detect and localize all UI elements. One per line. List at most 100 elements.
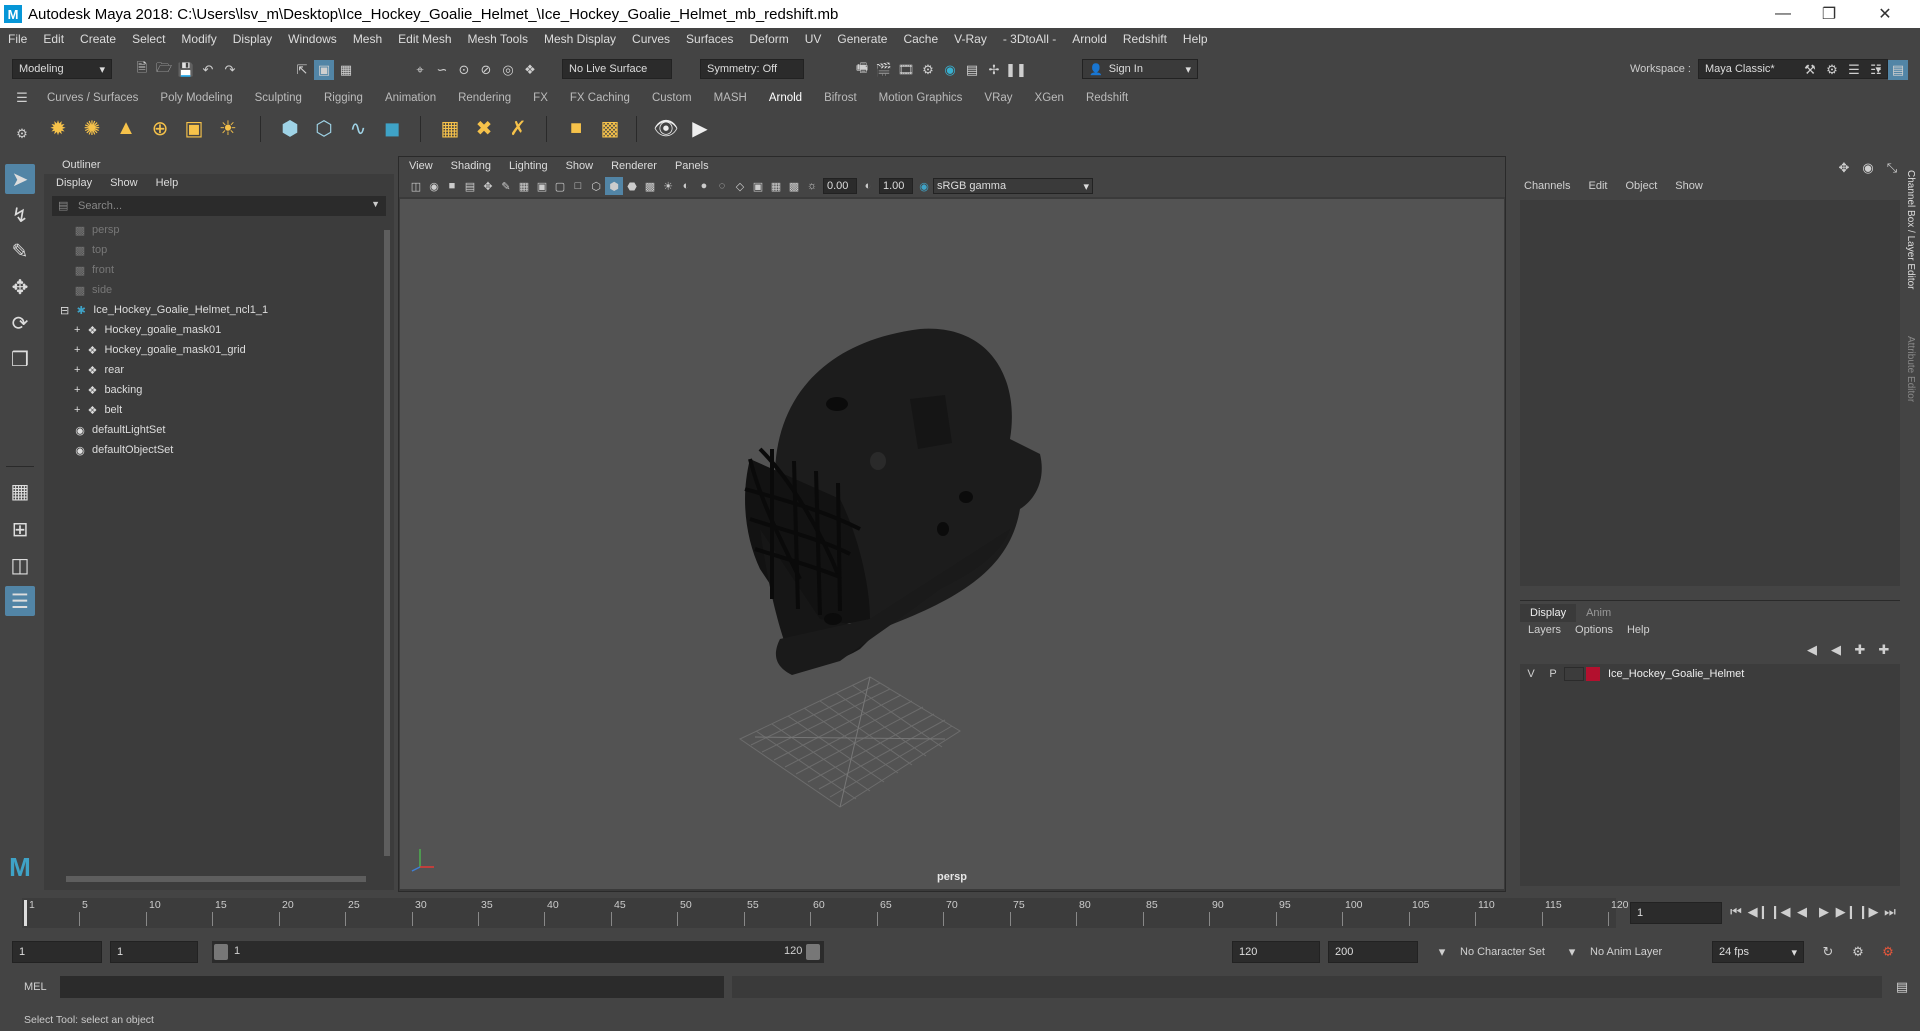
render-frame-icon[interactable]: 🎬 bbox=[874, 60, 894, 80]
play-forwards-icon[interactable]: ▶ bbox=[1814, 902, 1834, 922]
channel-menu-edit[interactable]: Edit bbox=[1588, 180, 1607, 192]
select-by-component-icon[interactable]: ▦ bbox=[336, 60, 356, 80]
channel-box-toggle-icon[interactable]: ▤ bbox=[1888, 60, 1908, 80]
scrollbar-thumb[interactable] bbox=[384, 230, 390, 856]
shelf-tab-fx-caching[interactable]: FX Caching bbox=[559, 92, 641, 104]
menu-arnold[interactable]: Arnold bbox=[1064, 32, 1115, 46]
outliner-item[interactable]: + ❖ belt bbox=[44, 400, 394, 420]
playback-end-field[interactable]: 120 bbox=[1232, 941, 1320, 963]
resolution-gate-icon[interactable]: ▢ bbox=[551, 177, 569, 195]
channel-box-side-tab[interactable]: Channel Box / Layer Editor bbox=[1905, 170, 1916, 290]
viewport-menu-panels[interactable]: Panels bbox=[675, 160, 709, 172]
character-controls-icon[interactable]: ⚙ bbox=[1822, 60, 1842, 80]
expand-icon[interactable]: + bbox=[74, 404, 80, 416]
skydome-light-icon[interactable]: ⊕ bbox=[146, 114, 174, 142]
step-forward-key-icon[interactable]: ❙▶ bbox=[1858, 902, 1879, 922]
snap-to-grid-icon[interactable]: ⌖ bbox=[410, 60, 430, 80]
viewport-menu-shading[interactable]: Shading bbox=[451, 160, 491, 172]
viewport-menu-view[interactable]: View bbox=[409, 160, 433, 172]
outliner-item[interactable]: + ❖ Hockey_goalie_mask01_grid bbox=[44, 340, 394, 360]
step-back-frame-icon[interactable]: ❙◀ bbox=[1770, 902, 1791, 922]
attribute-editor-toggle-icon[interactable]: ☰ bbox=[1844, 60, 1864, 80]
licensing-icon[interactable]: ✗ bbox=[504, 114, 532, 142]
maya-m-logo-icon[interactable]: M bbox=[5, 852, 35, 882]
outliner-scrollbar[interactable] bbox=[382, 220, 392, 870]
menu-cache[interactable]: Cache bbox=[895, 32, 946, 46]
layer-color-swatch[interactable] bbox=[1586, 667, 1600, 681]
volume-icon[interactable]: ∿ bbox=[344, 114, 372, 142]
snap-to-curve-icon[interactable]: ∽ bbox=[432, 60, 452, 80]
channel-menu-object[interactable]: Object bbox=[1625, 180, 1657, 192]
textured-icon[interactable]: ▩ bbox=[641, 177, 659, 195]
outliner-item[interactable]: + ❖ backing bbox=[44, 380, 394, 400]
menu-generate[interactable]: Generate bbox=[829, 32, 895, 46]
export-standin-icon[interactable]: ⬡ bbox=[310, 114, 338, 142]
motion-blur-icon[interactable]: ◌ bbox=[713, 177, 731, 195]
menu-display[interactable]: Display bbox=[225, 32, 280, 46]
chevron-down-icon[interactable]: ▼ bbox=[371, 199, 380, 209]
shelf-menu-icon[interactable]: ☰ bbox=[12, 88, 32, 108]
create-layer-from-selected-icon[interactable]: ✚ bbox=[1874, 640, 1894, 660]
shelf-tab-poly-modeling[interactable]: Poly Modeling bbox=[149, 92, 243, 104]
outliner-item[interactable]: ▩ top bbox=[44, 240, 394, 260]
channel-menu-channels[interactable]: Channels bbox=[1524, 180, 1570, 192]
time-slider[interactable]: 1 5 10 15 20 25 30 35 40 45 50 55 60 65 70 75 80 85 90 95 10… bbox=[0, 896, 1920, 930]
outliner-menu-display[interactable]: Display bbox=[56, 177, 92, 189]
curve-collector-icon[interactable]: ◼ bbox=[378, 114, 406, 142]
menu-redshift[interactable]: Redshift bbox=[1115, 32, 1175, 46]
current-frame-field[interactable]: 1 bbox=[1630, 902, 1722, 924]
menu-select[interactable]: Select bbox=[124, 32, 173, 46]
snap-to-view-plane-icon[interactable]: ⊘ bbox=[476, 60, 496, 80]
redshift-ipr-icon[interactable]: ✢ bbox=[984, 60, 1004, 80]
sign-in-button[interactable]: 👤 Sign In ▾ bbox=[1082, 59, 1198, 79]
channel-menu-show[interactable]: Show bbox=[1675, 180, 1703, 192]
color-management-icon[interactable]: ◉ bbox=[915, 177, 933, 195]
menu-mesh-display[interactable]: Mesh Display bbox=[536, 32, 624, 46]
light-manager-icon[interactable]: ■ bbox=[562, 114, 590, 142]
fps-dropdown[interactable]: 24 fps ▾ bbox=[1712, 941, 1804, 963]
outliner-item[interactable]: ▩ persp bbox=[44, 220, 394, 240]
loop-icon[interactable]: ↻ bbox=[1818, 942, 1838, 962]
camera-attributes-icon[interactable]: ◉ bbox=[425, 177, 443, 195]
xray-icon[interactable]: ▦ bbox=[767, 177, 785, 195]
move-layer-down-icon[interactable]: ◀ bbox=[1826, 640, 1846, 660]
expand-icon[interactable]: + bbox=[74, 344, 80, 356]
spot-light-icon[interactable]: ▲ bbox=[112, 114, 140, 142]
outliner-menu-show[interactable]: Show bbox=[110, 177, 138, 189]
panel-splitter[interactable] bbox=[1520, 600, 1900, 601]
chevron-down-icon[interactable]: ▾ bbox=[1562, 942, 1582, 962]
channel-box-sync-icon[interactable]: ◉ bbox=[1858, 158, 1878, 178]
live-surface-field[interactable]: No Live Surface bbox=[562, 59, 672, 79]
layer-playback-toggle[interactable]: P bbox=[1542, 668, 1564, 680]
rotate-tool-icon[interactable]: ⟳ bbox=[5, 308, 35, 338]
menu-file[interactable]: File bbox=[0, 32, 35, 46]
shelf-tab-xgen[interactable]: XGen bbox=[1024, 92, 1075, 104]
layer-row[interactable]: V P Ice_Hockey_Goalie_Helmet bbox=[1520, 664, 1900, 684]
persp-outliner-layout-icon[interactable]: ◫ bbox=[5, 550, 35, 580]
shelf-tab-mash[interactable]: MASH bbox=[703, 92, 758, 104]
anim-layer-label[interactable]: No Anim Layer bbox=[1590, 946, 1662, 958]
film-gate-icon[interactable]: ▣ bbox=[533, 177, 551, 195]
range-slider[interactable]: 1 120 bbox=[212, 941, 824, 963]
four-view-layout-icon[interactable]: ⊞ bbox=[5, 514, 35, 544]
attribute-editor-side-tab[interactable]: Attribute Editor bbox=[1905, 336, 1916, 402]
auto-key-icon[interactable]: ⚙ bbox=[1848, 942, 1868, 962]
channel-box-transform-icon[interactable]: ✥ bbox=[1834, 158, 1854, 178]
save-scene-icon[interactable]: 💾 bbox=[176, 60, 196, 80]
layer-display-type[interactable] bbox=[1564, 667, 1584, 681]
gamma-icon[interactable]: ◐ bbox=[859, 177, 877, 195]
script-editor-icon[interactable]: ▤ bbox=[1892, 977, 1912, 997]
outliner-item[interactable]: ▩ front bbox=[44, 260, 394, 280]
menu-create[interactable]: Create bbox=[72, 32, 124, 46]
move-layer-up-icon[interactable]: ◀ bbox=[1802, 640, 1822, 660]
isolate-select-icon[interactable]: ▣ bbox=[749, 177, 767, 195]
shelf-settings-icon[interactable]: ⚙ bbox=[12, 124, 32, 144]
safe-action-icon[interactable]: □ bbox=[569, 177, 587, 195]
minimize-icon[interactable]: — bbox=[1760, 0, 1806, 28]
outliner-item[interactable]: + ❖ Hockey_goalie_mask01 bbox=[44, 320, 394, 340]
flush-caches-icon[interactable]: ✖ bbox=[470, 114, 498, 142]
channel-box-link-icon[interactable]: ⤡ bbox=[1882, 158, 1902, 178]
close-icon[interactable]: ✕ bbox=[1862, 0, 1908, 28]
shelf-tab-arnold[interactable]: Arnold bbox=[758, 92, 813, 104]
restore-icon[interactable]: ❐ bbox=[1806, 0, 1852, 28]
